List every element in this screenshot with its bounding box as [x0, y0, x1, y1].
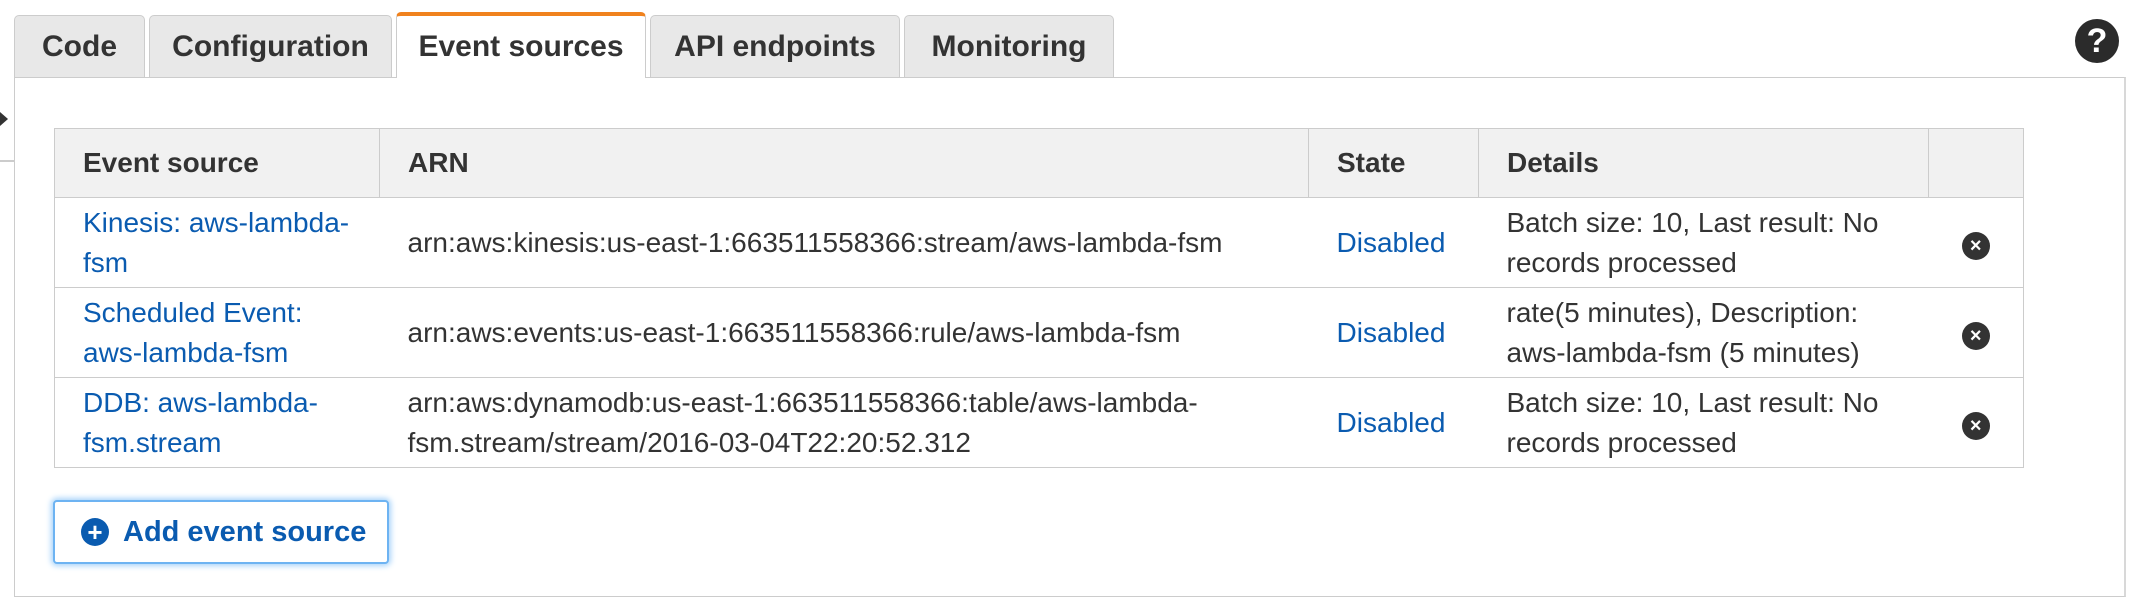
- tab-bar: Code Configuration Event sources API end…: [14, 12, 1114, 78]
- details-cell: Batch size: 10, Last result: No records …: [1478, 197, 1929, 288]
- event-source-link[interactable]: DDB: aws-lambda-fsm.stream: [83, 387, 318, 458]
- add-event-source-label: Add event source: [123, 515, 367, 548]
- remove-icon[interactable]: ×: [1961, 411, 1990, 440]
- state-toggle-link[interactable]: Disabled: [1337, 317, 1446, 348]
- event-source-cell: Scheduled Event: aws-lambda-fsm: [54, 287, 380, 378]
- column-header-event-source: Event source: [54, 128, 380, 198]
- tab-configuration[interactable]: Configuration: [149, 15, 392, 78]
- tab-monitoring[interactable]: Monitoring: [904, 15, 1114, 78]
- remove-icon[interactable]: ×: [1961, 231, 1990, 260]
- remove-icon[interactable]: ×: [1961, 321, 1990, 350]
- column-header-arn: ARN: [379, 128, 1309, 198]
- details-cell: rate(5 minutes), Description: aws-lambda…: [1478, 287, 1929, 378]
- event-source-cell: DDB: aws-lambda-fsm.stream: [54, 377, 380, 468]
- table-row: Scheduled Event: aws-lambda-fsm arn:aws:…: [54, 287, 2024, 378]
- tab-code[interactable]: Code: [14, 15, 145, 78]
- event-source-link[interactable]: Scheduled Event: aws-lambda-fsm: [83, 297, 303, 368]
- details-cell: Batch size: 10, Last result: No records …: [1478, 377, 1929, 468]
- plus-circle-icon: +: [81, 518, 109, 546]
- arn-cell: arn:aws:dynamodb:us-east-1:663511558366:…: [379, 377, 1309, 468]
- event-source-cell: Kinesis: aws-lambda-fsm: [54, 197, 380, 288]
- event-source-link[interactable]: Kinesis: aws-lambda-fsm: [83, 207, 349, 278]
- state-cell: Disabled: [1308, 287, 1479, 378]
- table-header-row: Event source ARN State Details: [54, 128, 2024, 198]
- column-header-actions: [1928, 128, 2024, 198]
- remove-cell: ×: [1928, 197, 2024, 288]
- state-toggle-link[interactable]: Disabled: [1337, 407, 1446, 438]
- divider: [0, 160, 14, 162]
- add-event-source-button[interactable]: + Add event source: [53, 500, 389, 564]
- arn-cell: arn:aws:events:us-east-1:663511558366:ru…: [379, 287, 1309, 378]
- arn-cell: arn:aws:kinesis:us-east-1:663511558366:s…: [379, 197, 1309, 288]
- tab-api-endpoints[interactable]: API endpoints: [650, 15, 900, 78]
- state-toggle-link[interactable]: Disabled: [1337, 227, 1446, 258]
- remove-cell: ×: [1928, 377, 2024, 468]
- collapse-caret-icon[interactable]: [0, 112, 8, 126]
- table-row: Kinesis: aws-lambda-fsm arn:aws:kinesis:…: [54, 197, 2024, 288]
- column-header-details: Details: [1478, 128, 1929, 198]
- state-cell: Disabled: [1308, 197, 1479, 288]
- state-cell: Disabled: [1308, 377, 1479, 468]
- help-icon[interactable]: ?: [2075, 19, 2119, 63]
- tab-event-sources[interactable]: Event sources: [396, 12, 646, 78]
- column-header-state: State: [1308, 128, 1479, 198]
- event-sources-table: Event source ARN State Details Kinesis: …: [54, 128, 2024, 468]
- remove-cell: ×: [1928, 287, 2024, 378]
- table-row: DDB: aws-lambda-fsm.stream arn:aws:dynam…: [54, 377, 2024, 468]
